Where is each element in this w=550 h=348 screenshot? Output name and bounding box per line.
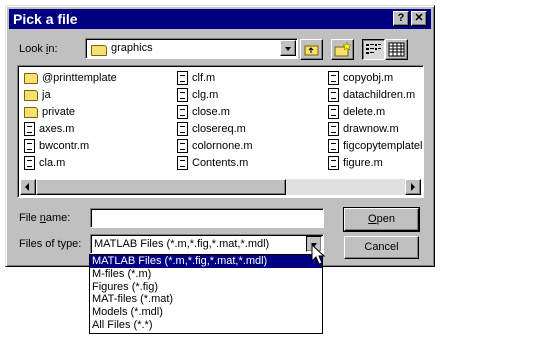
file-type-option[interactable]: Figures (*.fig)	[90, 281, 322, 294]
pick-file-dialog: Pick a file ? ✕ Look in: graphics @print…	[5, 5, 435, 267]
list-view-button[interactable]	[362, 39, 385, 60]
folder-icon	[24, 90, 38, 101]
file-list[interactable]: @printtemplate ja private axes.m bwcontr…	[17, 65, 424, 198]
scrollbar-thumb[interactable]	[36, 179, 286, 195]
m-file-icon	[177, 138, 188, 153]
m-file-icon	[24, 155, 35, 170]
m-file-icon	[328, 121, 339, 136]
list-item[interactable]: cla.m	[24, 154, 117, 171]
list-item[interactable]: @printtemplate	[24, 69, 117, 86]
m-file-icon	[177, 87, 188, 102]
file-type-option[interactable]: Models (*.mdl)	[90, 306, 322, 319]
new-folder-button[interactable]	[331, 39, 354, 60]
title-bar: Pick a file ? ✕	[9, 9, 431, 29]
cancel-button[interactable]: Cancel	[344, 236, 419, 259]
m-file-icon	[328, 138, 339, 153]
list-item[interactable]: figure.m	[328, 154, 423, 171]
m-file-icon	[328, 104, 339, 119]
list-item[interactable]: private	[24, 103, 117, 120]
files-of-type-combo[interactable]: MATLAB Files (*.m,*.fig,*.mat,*.mdl)	[90, 234, 324, 254]
list-item[interactable]: delete.m	[328, 103, 423, 120]
list-item[interactable]: close.m	[177, 103, 253, 120]
file-name-input[interactable]	[90, 208, 324, 228]
look-in-value: graphics	[111, 42, 153, 54]
list-item[interactable]: colornone.m	[177, 137, 253, 154]
list-item[interactable]: ja	[24, 86, 117, 103]
file-name-label: File name:	[19, 212, 71, 224]
file-type-option[interactable]: All Files (*.*)	[90, 319, 322, 332]
list-view-icon	[366, 44, 381, 54]
chevron-down-icon[interactable]	[280, 40, 296, 56]
m-file-icon	[177, 70, 188, 85]
list-item[interactable]: clg.m	[177, 86, 253, 103]
folder-icon	[24, 73, 38, 84]
list-item[interactable]: figcopytemplatelis	[328, 137, 423, 154]
file-column-1: @printtemplate ja private axes.m bwcontr…	[24, 69, 117, 171]
scroll-right-icon[interactable]	[405, 179, 421, 195]
list-item[interactable]: closereq.m	[177, 120, 253, 137]
mouse-cursor-icon	[311, 244, 326, 265]
list-item[interactable]: drawnow.m	[328, 120, 423, 137]
file-column-2: clf.m clg.m close.m closereq.m colornone…	[177, 69, 253, 171]
m-file-icon	[24, 121, 35, 136]
m-file-icon	[177, 121, 188, 136]
files-of-type-label: Files of type:	[19, 238, 82, 250]
open-button[interactable]: Open	[343, 207, 420, 232]
list-item[interactable]: clf.m	[177, 69, 253, 86]
list-item[interactable]: datachildren.m	[328, 86, 423, 103]
dialog-title: Pick a file	[13, 11, 78, 27]
close-button[interactable]: ✕	[411, 11, 427, 26]
new-folder-icon	[334, 41, 352, 57]
list-item[interactable]: Contents.m	[177, 154, 253, 171]
files-of-type-value: MATLAB Files (*.m,*.fig,*.mat,*.mdl)	[94, 238, 270, 250]
help-button[interactable]: ?	[393, 11, 409, 26]
up-one-level-button[interactable]	[300, 39, 323, 60]
m-file-icon	[328, 155, 339, 170]
scroll-left-icon[interactable]	[20, 179, 36, 195]
folder-icon	[91, 45, 107, 56]
up-one-level-icon	[304, 45, 319, 56]
file-type-dropdown[interactable]: MATLAB Files (*.m,*.fig,*.mat,*.mdl) M-f…	[89, 254, 323, 334]
horizontal-scrollbar[interactable]	[20, 179, 421, 195]
m-file-icon	[328, 87, 339, 102]
m-file-icon	[328, 70, 339, 85]
folder-icon	[24, 107, 38, 118]
file-type-option[interactable]: MAT-files (*.mat)	[90, 293, 322, 306]
m-file-icon	[177, 155, 188, 170]
m-file-icon	[177, 104, 188, 119]
list-item[interactable]: copyobj.m	[328, 69, 423, 86]
list-item[interactable]: bwcontr.m	[24, 137, 117, 154]
file-column-3: copyobj.m datachildren.m delete.m drawno…	[328, 69, 423, 171]
details-view-icon	[388, 42, 405, 57]
m-file-icon	[24, 138, 35, 153]
look-in-combo[interactable]: graphics	[85, 38, 298, 59]
look-in-label: Look in:	[19, 43, 58, 55]
file-type-option[interactable]: MATLAB Files (*.m,*.fig,*.mat,*.mdl)	[90, 255, 322, 268]
list-item[interactable]: axes.m	[24, 120, 117, 137]
details-view-button[interactable]	[385, 39, 408, 60]
file-type-option[interactable]: M-files (*.m)	[90, 268, 322, 281]
